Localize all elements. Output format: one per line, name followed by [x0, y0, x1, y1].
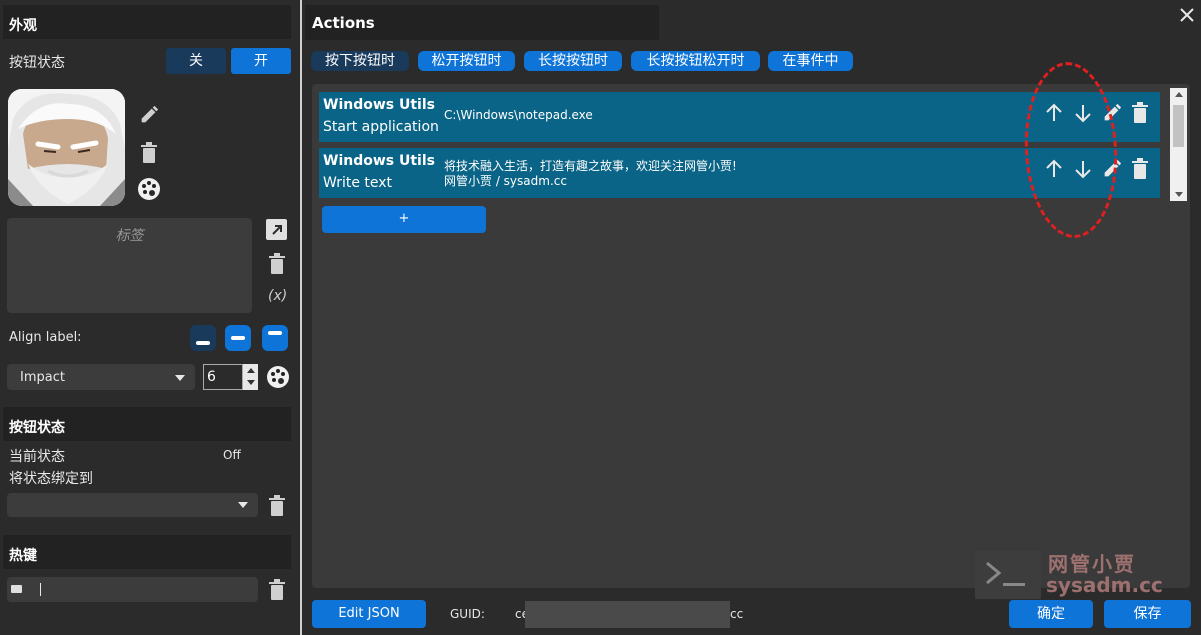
guid-redacted [525, 601, 730, 628]
keyboard-icon [11, 585, 22, 593]
expand-label-icon[interactable] [266, 219, 287, 240]
current-state-value: Off [223, 448, 241, 462]
hotkey-input[interactable] [7, 577, 258, 602]
action-detail-line2: 网管小贾 / sysadm.cc [444, 174, 567, 188]
bind-state-select[interactable] [7, 493, 258, 517]
delete-image-icon[interactable] [138, 141, 160, 165]
font-family-select[interactable]: Impact [7, 364, 195, 390]
label-textarea[interactable]: 标签 [7, 218, 252, 313]
action-detail: C:\Windows\notepad.exe [444, 108, 593, 122]
character-portrait [8, 89, 125, 206]
left-panel: 外观 按钮状态 关 开 标签 (x) Align label: Impact 6… [0, 0, 298, 635]
guid-suffix: cc [730, 607, 744, 621]
font-size-stepper[interactable] [243, 364, 258, 390]
tab-on-press[interactable]: 按下按钮时 [311, 51, 409, 71]
align-bottom-button[interactable] [190, 325, 216, 351]
add-action-button[interactable]: + [322, 206, 486, 233]
font-size-input[interactable]: 6 [203, 364, 243, 390]
ok-button[interactable]: 确定 [1009, 600, 1093, 628]
delete-hotkey-icon[interactable] [267, 578, 287, 602]
label-placeholder: 标签 [115, 228, 144, 244]
scroll-down-icon[interactable] [1175, 192, 1183, 197]
edit-image-icon[interactable] [137, 103, 161, 127]
font-family-value: Impact [20, 370, 65, 385]
scroll-up-icon[interactable] [1175, 92, 1183, 97]
delete-state-binding-icon[interactable] [267, 494, 287, 518]
edit-json-button[interactable]: Edit JSON [312, 600, 426, 628]
chevron-down-icon [238, 502, 248, 508]
button-state-label: 按钮状态 [9, 55, 65, 71]
button-image[interactable] [8, 89, 125, 206]
current-state-label: 当前状态 [9, 449, 65, 465]
stepper-down-icon[interactable] [247, 380, 255, 385]
appearance-title: 外观 [9, 18, 37, 34]
actions-scrollbar[interactable] [1170, 88, 1187, 201]
bind-state-label: 将状态绑定到 [9, 471, 93, 487]
tab-on-release[interactable]: 松开按钮时 [418, 51, 515, 71]
align-label-text: Align label: [9, 330, 82, 345]
state-section-title: 按钮状态 [9, 420, 65, 436]
guid-label: GUID: [450, 607, 485, 621]
action-type: Start application [323, 119, 439, 135]
panel-divider[interactable] [300, 0, 302, 635]
stepper-up-icon[interactable] [247, 368, 255, 373]
save-button[interactable]: 保存 [1104, 600, 1191, 628]
delete-icon[interactable] [1131, 102, 1153, 124]
actions-title: Actions [312, 14, 375, 32]
tab-on-long-press[interactable]: 长按按钮时 [524, 51, 622, 71]
text-cursor [40, 583, 41, 596]
close-icon[interactable] [1176, 4, 1198, 26]
tab-on-long-press-release[interactable]: 长按按钮松开时 [631, 51, 760, 71]
clear-label-icon[interactable] [267, 252, 287, 276]
align-middle-button[interactable] [225, 325, 251, 351]
state-section-header: 按钮状态 [3, 407, 291, 441]
variable-button[interactable]: (x) [268, 288, 287, 304]
palette-icon[interactable] [136, 176, 162, 202]
watermark-line2: sysadm.cc [1046, 573, 1163, 597]
font-color-palette-icon[interactable] [265, 364, 291, 390]
hotkey-section-title: 热键 [9, 548, 37, 564]
toggle-on-button[interactable]: 开 [231, 48, 291, 74]
action-type: Write text [323, 175, 393, 191]
action-plugin-name: Windows Utils [323, 97, 435, 113]
scroll-thumb[interactable] [1173, 105, 1184, 147]
chevron-down-icon [175, 375, 185, 381]
terminal-logo-icon [975, 551, 1041, 599]
delete-icon[interactable] [1131, 158, 1153, 180]
align-top-button[interactable] [262, 325, 288, 351]
toggle-off-button[interactable]: 关 [166, 48, 226, 74]
tab-on-event[interactable]: 在事件中 [768, 51, 853, 71]
action-plugin-name: Windows Utils [323, 153, 435, 169]
hotkey-section-header: 热键 [3, 535, 291, 569]
actions-header: Actions [305, 5, 659, 40]
appearance-header: 外观 [3, 5, 291, 39]
